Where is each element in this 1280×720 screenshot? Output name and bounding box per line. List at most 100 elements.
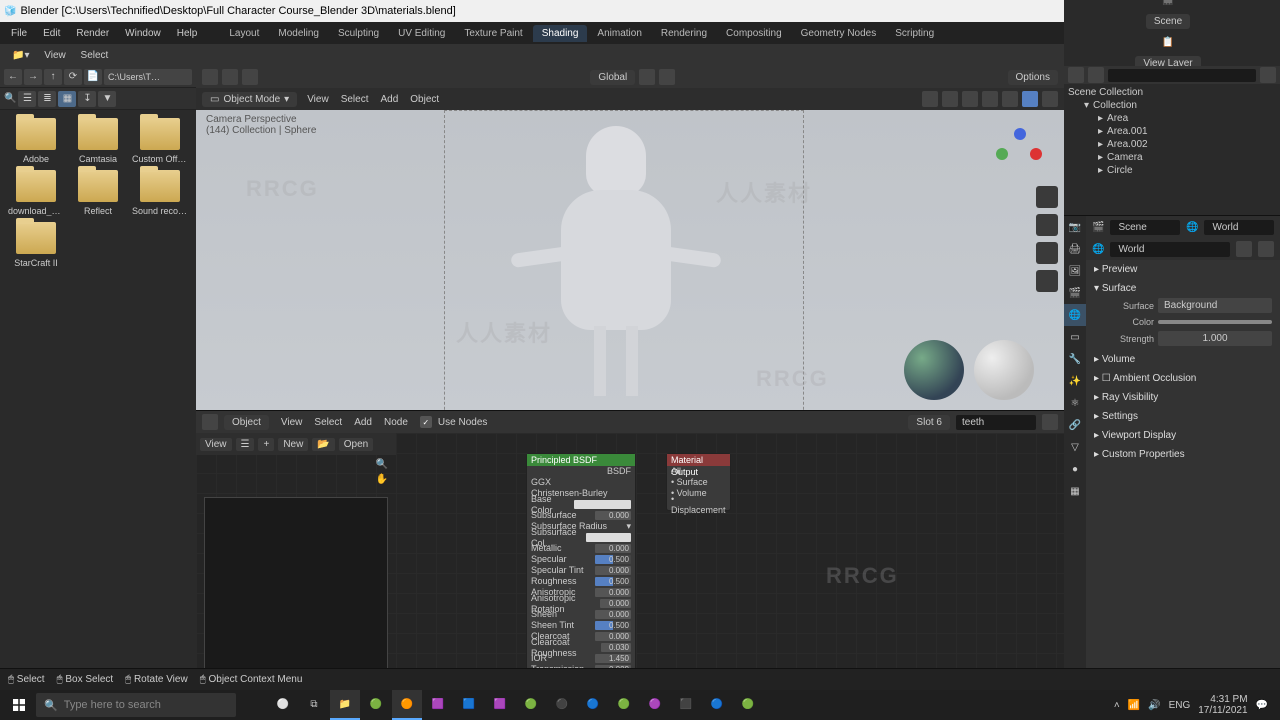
workspace-modeling[interactable]: Modeling	[269, 25, 328, 42]
side-open[interactable]: Open	[339, 438, 373, 451]
panel-ray[interactable]: ▸ Ray Visibility	[1094, 390, 1272, 405]
toolbar-view[interactable]: View	[38, 48, 72, 63]
mode-dropdown[interactable]: ▭Object Mode ▾	[202, 92, 297, 107]
prop-tab-particle[interactable]: ✨	[1064, 370, 1086, 392]
tray-chevron-icon[interactable]: ˄	[1114, 700, 1120, 711]
world-unlink-icon[interactable]	[1258, 241, 1274, 257]
editor-type-3d-icon[interactable]	[202, 69, 218, 85]
panel-settings[interactable]: ▸ Settings	[1094, 409, 1272, 424]
scene-field[interactable]: Scene	[1146, 14, 1190, 29]
display-list-button[interactable]: ☰	[18, 91, 36, 107]
folder-item[interactable]: StarCraft II	[8, 222, 64, 268]
menu-help[interactable]: Help	[170, 26, 205, 41]
outliner-item[interactable]: Area.001	[1107, 126, 1148, 137]
app-spotify[interactable]: 🟢	[516, 690, 546, 720]
prop-tab-texture[interactable]: ▦	[1064, 480, 1086, 502]
app-aftereffects[interactable]: 🟪	[485, 690, 515, 720]
search-icon[interactable]: 🔍	[204, 459, 388, 470]
nav-gizmo[interactable]	[994, 126, 1044, 176]
options-dropdown[interactable]: Options	[1008, 70, 1058, 85]
app-discord[interactable]: 🔵	[578, 690, 608, 720]
app-chrome[interactable]: 🟢	[361, 690, 391, 720]
node-input[interactable]: Clearcoat Roughness0.030	[527, 642, 635, 653]
overlay-toggle-icon[interactable]	[942, 91, 958, 107]
workspace-sculpting[interactable]: Sculpting	[329, 25, 388, 42]
app-cortana[interactable]: ⚪	[268, 690, 298, 720]
prop-tab-view[interactable]: 🖼	[1064, 260, 1086, 282]
axis-y-icon[interactable]	[996, 148, 1008, 160]
app-photoshop[interactable]: 🟦	[454, 690, 484, 720]
xray-icon[interactable]	[962, 91, 978, 107]
prop-tab-modifier[interactable]: 🔧	[1064, 348, 1086, 370]
sort-button[interactable]: ↧	[78, 91, 96, 107]
surface-type[interactable]: Background	[1158, 298, 1272, 313]
prop-tab-output[interactable]: 🖨	[1064, 238, 1086, 260]
panel-viewport[interactable]: ▸ Viewport Display	[1094, 428, 1272, 443]
cursor-tool-icon[interactable]	[222, 69, 238, 85]
scene-name[interactable]: Scene	[1110, 220, 1180, 235]
outliner-search[interactable]	[1108, 69, 1256, 82]
workspace-texture-paint[interactable]: Texture Paint	[455, 25, 531, 42]
prop-tab-render[interactable]: 📷	[1064, 216, 1086, 238]
panel-custom[interactable]: ▸ Custom Properties	[1094, 447, 1272, 462]
shading-rendered-icon[interactable]	[1042, 91, 1058, 107]
display-thumb-button[interactable]: ▦	[58, 91, 76, 107]
transform-orientation[interactable]: Global	[590, 70, 635, 85]
prop-tab-material[interactable]: ●	[1064, 458, 1086, 480]
surface-strength[interactable]: 1.000	[1158, 331, 1272, 346]
nav-up-button[interactable]: ↑	[44, 69, 62, 85]
tray-time[interactable]: 4:31 PM	[1210, 694, 1247, 705]
tray-wifi-icon[interactable]: 📶	[1128, 700, 1140, 711]
editor-type-shader-icon[interactable]	[202, 414, 218, 430]
v3d-menu-view[interactable]: View	[301, 92, 335, 107]
panel-volume[interactable]: ▸ Volume	[1094, 352, 1272, 367]
ne-menu-select[interactable]: Select	[308, 415, 348, 430]
nav-back-button[interactable]: ←	[4, 69, 22, 85]
node-material-output[interactable]: Material Output All • Surface• Volume• D…	[666, 453, 731, 511]
start-button[interactable]	[4, 690, 34, 720]
menu-file[interactable]: File	[4, 26, 34, 41]
app-whatsapp[interactable]: 🟢	[609, 690, 639, 720]
app-teams[interactable]: 🟣	[640, 690, 670, 720]
workspace-compositing[interactable]: Compositing	[717, 25, 791, 42]
scene-collection[interactable]: Scene Collection	[1068, 87, 1143, 98]
tray-volume-icon[interactable]: 🔊	[1148, 700, 1160, 711]
app-sync[interactable]: 🟢	[733, 690, 763, 720]
camera-tool-icon[interactable]	[1036, 242, 1058, 264]
v3d-menu-add[interactable]: Add	[374, 92, 404, 107]
data-type-dropdown[interactable]: Object	[224, 415, 269, 430]
shading-solid-icon[interactable]	[1002, 91, 1018, 107]
node-input[interactable]: Base Color	[527, 499, 635, 510]
outliner-filter-icon[interactable]	[1260, 67, 1276, 83]
prop-tab-physics[interactable]: ⚛	[1064, 392, 1086, 414]
node-input[interactable]: Anisotropic Rotation0.000	[527, 598, 635, 609]
prop-tab-object[interactable]: ▭	[1064, 326, 1086, 348]
folder-item[interactable]: Reflect	[70, 170, 126, 216]
snap-icon[interactable]	[639, 69, 655, 85]
panel-preview[interactable]: ▸ Preview	[1094, 262, 1272, 277]
viewport-3d[interactable]: Global Options ▭Object Mode ▾ ViewSelect…	[196, 66, 1064, 410]
ne-menu-add[interactable]: Add	[348, 415, 378, 430]
editor-type-icon[interactable]: 📁▾	[6, 48, 35, 63]
prop-tab-data[interactable]: ▽	[1064, 436, 1086, 458]
app-premiere[interactable]: 🟪	[423, 690, 453, 720]
axis-x-icon[interactable]	[1030, 148, 1042, 160]
workspace-scripting[interactable]: Scripting	[886, 25, 943, 42]
menu-window[interactable]: Window	[118, 26, 168, 41]
material-slot[interactable]: Slot 6	[908, 415, 950, 430]
app-obs[interactable]: ⚫	[547, 690, 577, 720]
menu-render[interactable]: Render	[69, 26, 116, 41]
workspace-layout[interactable]: Layout	[220, 25, 268, 42]
workspace-shading[interactable]: Shading	[533, 25, 588, 42]
filter-icon[interactable]: 🔍	[4, 93, 16, 104]
workspace-geometry-nodes[interactable]: Geometry Nodes	[792, 25, 886, 42]
app-epic[interactable]: ⬛	[671, 690, 701, 720]
ne-menu-view[interactable]: View	[275, 415, 309, 430]
outliner-type-icon[interactable]	[1068, 67, 1084, 83]
app-taskview[interactable]: ⧉	[299, 690, 329, 720]
world-data-name[interactable]: World	[1110, 242, 1230, 257]
workspace-uv-editing[interactable]: UV Editing	[389, 25, 454, 42]
ne-menu-node[interactable]: Node	[378, 415, 414, 430]
select-box-icon[interactable]	[242, 69, 258, 85]
tray-lang[interactable]: ENG	[1169, 700, 1191, 711]
